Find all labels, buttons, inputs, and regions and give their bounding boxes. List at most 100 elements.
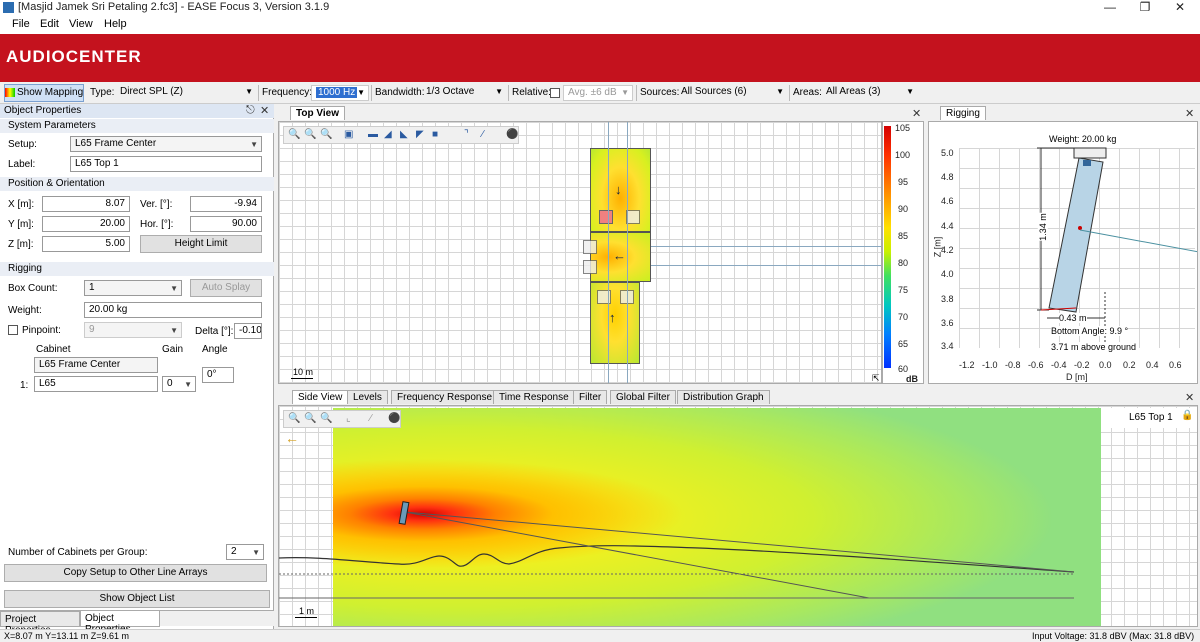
frequency-select[interactable]: 1000 Hz ▼ — [311, 85, 369, 101]
curve-icon[interactable]: ⌝ — [464, 129, 469, 140]
areas-label: Areas: — [793, 87, 822, 98]
tab-global-filter[interactable]: Global Filter — [610, 390, 676, 404]
colorbar-tick: 105 — [895, 123, 911, 133]
chevron-down-icon: ▼ — [906, 87, 914, 96]
type-select[interactable]: Direct SPL (Z) ▼ — [116, 85, 256, 101]
minimize-icon[interactable]: — — [1090, 0, 1130, 16]
speaker-selected[interactable] — [599, 210, 613, 224]
shape-trapezoid-icon[interactable]: ◢ — [384, 129, 392, 140]
areas-select[interactable]: All Areas (3) ▼ — [822, 85, 917, 101]
weight-input[interactable]: 20.00 kg — [84, 302, 262, 318]
left-panel-tabs: Project Properties Object Properties — [0, 610, 274, 636]
sources-select[interactable]: All Sources (6) ▼ — [677, 85, 787, 101]
num-cabinets-label: Number of Cabinets per Group: — [8, 547, 148, 558]
speaker[interactable] — [626, 210, 640, 224]
speaker[interactable] — [583, 240, 597, 254]
chevron-down-icon: ▼ — [245, 87, 253, 96]
side-drawing — [279, 501, 1075, 599]
expand-icon[interactable]: ⇱ — [872, 373, 880, 384]
select-icon[interactable]: ▣ — [344, 129, 353, 140]
tab-object-properties[interactable]: Object Properties — [80, 611, 160, 635]
guide-line — [651, 265, 881, 266]
shape-box-icon[interactable]: ■ — [432, 129, 438, 140]
tab-levels[interactable]: Levels — [347, 390, 388, 404]
top-view-canvas[interactable]: 🔍 🔍 🔍 ▣ ▬ ◢ ◣ ◤ ■ ⌝ ∕ ⚫ ↓ ← ↑ 10 m — [278, 121, 882, 384]
system-parameters-section: System Parameters — [0, 119, 274, 133]
menu-edit[interactable]: Edit — [40, 18, 59, 30]
close-icon[interactable]: ✕ — [260, 104, 269, 117]
object-properties-panel: Object Properties ⎋ ✕ System Parameters … — [0, 104, 274, 630]
rigging-section: Rigging — [0, 262, 274, 276]
scale-label: 1 m — [299, 606, 315, 616]
setup-label: Setup: — [8, 139, 37, 150]
setup-select[interactable]: L65 Frame Center ▼ — [70, 136, 262, 152]
pin-icon[interactable]: ⎋ — [246, 104, 255, 117]
chevron-down-icon: ▼ — [250, 140, 258, 149]
pinpoint-checkbox[interactable] — [8, 325, 18, 335]
close-icon[interactable]: ✕ — [1185, 391, 1194, 404]
y-input[interactable]: 20.00 — [42, 216, 130, 232]
relative-select[interactable]: Avg. ±6 dB ▼ — [563, 85, 633, 101]
tab-filter[interactable]: Filter — [573, 390, 608, 404]
gain-select[interactable]: 0 ▼ — [162, 376, 196, 392]
menu-view[interactable]: View — [69, 18, 93, 30]
close-icon[interactable]: ✕ — [912, 107, 921, 120]
close-icon[interactable]: ✕ — [1185, 107, 1194, 120]
show-mapping-label: Show Mapping — [17, 87, 84, 98]
tab-frequency-response[interactable]: Frequency Response — [391, 390, 499, 404]
shape-quarter-icon[interactable]: ◤ — [416, 129, 424, 140]
tab-time-response[interactable]: Time Response — [493, 390, 575, 404]
speaker[interactable] — [583, 260, 597, 274]
show-mapping-button[interactable]: Show Mapping — [4, 84, 84, 102]
zoom-in-icon[interactable]: 🔍 — [288, 129, 300, 140]
pinpoint-select[interactable]: 9 ▼ — [84, 322, 182, 338]
side-view-canvas[interactable]: 🔍 🔍 🔍 ⌞ ∕ ⚫ ← L65 Top 1 🔒 1 m — [278, 405, 1198, 627]
menu-help[interactable]: Help — [104, 18, 127, 30]
status-coords: X=8.07 m Y=13.11 m Z=9.61 m — [4, 631, 129, 641]
speaker-side — [398, 501, 410, 525]
frame-shape — [1073, 147, 1107, 159]
label-input[interactable]: L65 Top 1 — [70, 156, 262, 172]
dim-horizontal-label: 0.43 m — [1059, 313, 1087, 323]
cabinet-input[interactable]: L65 — [34, 376, 158, 392]
cabinet-group-field: L65 Frame Center — [34, 357, 158, 373]
relative-value: Avg. ±6 dB — [568, 87, 617, 98]
box-count-select[interactable]: 1 ▼ — [84, 280, 182, 296]
show-object-list-button[interactable]: Show Object List — [4, 590, 270, 608]
chevron-down-icon: ▼ — [170, 326, 178, 335]
relative-checkbox[interactable] — [550, 88, 560, 98]
auto-splay-button[interactable]: Auto Splay — [190, 279, 262, 297]
setup-value: L65 Frame Center — [75, 138, 157, 149]
maximize-icon[interactable]: ❐ — [1125, 0, 1165, 16]
above-ground-label: 3.71 m above ground — [1051, 342, 1137, 352]
num-cabinets-select[interactable]: 2 ▼ — [226, 544, 264, 560]
type-label: Type: — [90, 87, 115, 98]
close-icon[interactable]: ✕ — [1160, 0, 1200, 16]
z-input[interactable]: 5.00 — [42, 236, 130, 252]
hor-input[interactable]: 90.00 — [190, 216, 262, 232]
zoom-fit-icon[interactable]: 🔍 — [320, 129, 332, 140]
cabinet-header: Cabinet — [36, 344, 71, 355]
areas-value: All Areas (3) — [826, 86, 881, 97]
line-icon[interactable]: ∕ — [482, 129, 484, 140]
tab-side-view[interactable]: Side View — [292, 390, 349, 404]
shape-arc-icon[interactable]: ◣ — [400, 129, 408, 140]
speaker-icon[interactable]: ⚫ — [506, 129, 518, 140]
delta-input[interactable]: -0.10 — [234, 323, 262, 339]
shape-rect-icon[interactable]: ▬ — [368, 129, 378, 140]
angle-input[interactable]: 0° — [202, 367, 234, 383]
tab-distribution-graph[interactable]: Distribution Graph — [677, 390, 770, 404]
x-input[interactable]: 8.07 — [42, 196, 130, 212]
zoom-out-icon[interactable]: 🔍 — [304, 129, 316, 140]
height-limit-button[interactable]: Height Limit — [140, 235, 262, 253]
tab-top-view[interactable]: Top View — [290, 106, 345, 120]
bandwidth-select[interactable]: 1/3 Octave ▼ — [422, 85, 506, 101]
tab-rigging[interactable]: Rigging — [940, 106, 986, 120]
tab-project-properties[interactable]: Project Properties — [0, 611, 80, 636]
ver-input[interactable]: -9.94 — [190, 196, 262, 212]
pinpoint-value: 9 — [89, 324, 95, 335]
menu-file[interactable]: File — [12, 18, 30, 30]
colorbar-tick: 75 — [898, 285, 909, 295]
scale-bar — [295, 617, 317, 618]
copy-setup-button[interactable]: Copy Setup to Other Line Arrays — [4, 564, 267, 582]
